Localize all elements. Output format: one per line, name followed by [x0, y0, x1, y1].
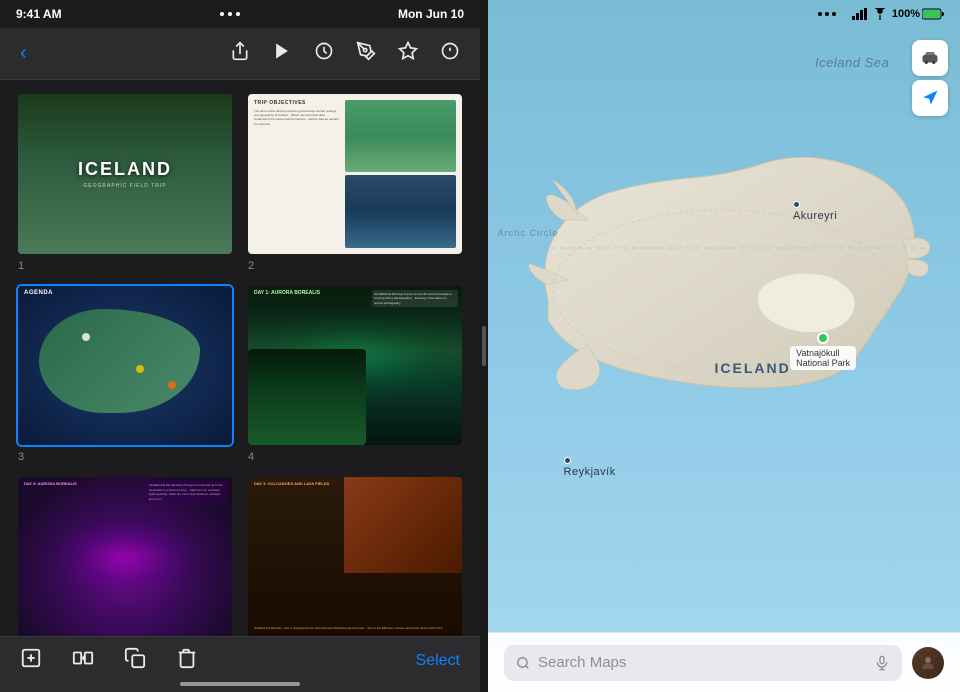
pen-icon[interactable]: [356, 41, 376, 66]
reykjavik-marker: Reykjavík: [564, 457, 616, 478]
slide-4-schedule: SCHEDULE Morning: Focus on how the auror…: [372, 290, 458, 308]
slide-2-img-top: [345, 100, 456, 172]
shapes-icon[interactable]: [398, 41, 418, 66]
keynote-bottom-toolbar: Select: [0, 636, 480, 692]
avatar-icon: [919, 654, 937, 672]
slide-thumb-1[interactable]: ICELAND GEOGRAPHIC FIELD TRIP: [16, 92, 234, 256]
slide-1-subtitle: GEOGRAPHIC FIELD TRIP: [78, 183, 172, 189]
status-date: Mon Jun 10: [398, 7, 464, 21]
slide-item-3[interactable]: AGENDA 3: [16, 284, 234, 464]
akureyri-label: Akureyri: [793, 210, 837, 222]
slide-2-text: The aims of this field trip exploring pi…: [254, 109, 341, 126]
car-icon: [921, 49, 939, 67]
location-arrow-icon: [921, 89, 939, 107]
transition-button[interactable]: [72, 647, 94, 675]
status-dot-2: [228, 12, 232, 16]
slide-2-title: TRIP OBJECTIVES: [254, 100, 341, 106]
maps-search-bar: Search Maps: [488, 632, 960, 692]
status-time: 9:41 AM: [16, 7, 62, 21]
slide-1-title: ICELAND: [78, 159, 172, 180]
search-icon: [516, 656, 530, 670]
maps-controls: [912, 40, 948, 116]
maps-dot-3: [832, 12, 836, 16]
select-button[interactable]: Select: [416, 652, 460, 670]
location-button[interactable]: [912, 80, 948, 116]
driving-mode-button[interactable]: [912, 40, 948, 76]
more-icon[interactable]: [440, 41, 460, 66]
slide-3-title: AGENDA: [24, 290, 53, 296]
slides-container: ICELAND GEOGRAPHIC FIELD TRIP 1 TRIP OBJ…: [0, 80, 480, 636]
slide-item-1[interactable]: ICELAND GEOGRAPHIC FIELD TRIP 1: [16, 92, 234, 272]
wifi-icon: [872, 8, 888, 20]
slide-item-2[interactable]: TRIP OBJECTIVES The aims of this field t…: [246, 92, 464, 272]
slide-thumb-6[interactable]: DAY 3: VOLCANOES AND LAVA FIELDS SCHEDUL…: [246, 475, 464, 636]
keynote-panel: 9:41 AM Mon Jun 10 ‹: [0, 0, 480, 692]
slide-item-4[interactable]: DAY 1: AURORA BOREALIS SCHEDULE Morning:…: [246, 284, 464, 464]
battery-icon: [922, 8, 944, 20]
search-input-container[interactable]: Search Maps: [504, 645, 902, 681]
slide-6-text: SCHEDULE Monday: Visit to Vatnajokull la…: [254, 626, 443, 630]
reykjavik-dot: [564, 457, 571, 464]
maps-status-icons: 100%: [852, 8, 944, 20]
user-avatar[interactable]: [912, 647, 944, 679]
slide-thumb-5[interactable]: DAY 5: AURORA BOREALIS SCHEDULE We will …: [16, 475, 234, 636]
mic-icon[interactable]: [874, 655, 890, 671]
slide-item-5[interactable]: DAY 5: AURORA BOREALIS SCHEDULE We will …: [16, 475, 234, 636]
maps-dot-1: [818, 12, 822, 16]
slide-thumb-4[interactable]: DAY 1: AURORA BOREALIS SCHEDULE Morning:…: [246, 284, 464, 448]
maps-panel: Iceland Sea Arctic Circle ICELAND Reykja…: [488, 0, 960, 692]
slide-number-3: 3: [16, 451, 234, 463]
slide-2-img-bottom: [345, 175, 456, 247]
slide-5-title: DAY 5: AURORA BOREALIS: [24, 481, 77, 486]
slide-item-6[interactable]: DAY 3: VOLCANOES AND LAVA FIELDS SCHEDUL…: [246, 475, 464, 636]
timer-icon[interactable]: [314, 41, 334, 66]
split-divider[interactable]: [480, 0, 488, 692]
signal-icon: [852, 8, 868, 20]
home-indicator: [180, 682, 300, 686]
share-icon[interactable]: [230, 41, 250, 66]
maps-status-bar: 100%: [488, 0, 960, 28]
maps-dot-2: [825, 12, 829, 16]
status-dot-1: [220, 12, 224, 16]
bottom-icons: [20, 647, 198, 675]
akureyri-dot: [793, 201, 800, 208]
slide-4-title: DAY 1: AURORA BOREALIS: [254, 290, 320, 296]
maps-status-dots: [818, 12, 836, 16]
keynote-status-bar: 9:41 AM Mon Jun 10: [0, 0, 480, 28]
reykjavik-label: Reykjavík: [564, 466, 616, 478]
duplicate-button[interactable]: [124, 647, 146, 675]
delete-button[interactable]: [176, 647, 198, 675]
vatnajokull-pin[interactable]: VatnajökullNational Park: [790, 332, 856, 370]
slide-number-4: 4: [246, 451, 464, 463]
keynote-toolbar: ‹: [0, 28, 480, 80]
toolbar-left: ‹: [20, 42, 27, 65]
slide-6-title: DAY 3: VOLCANOES AND LAVA FIELDS: [254, 481, 329, 486]
search-placeholder: Search Maps: [538, 654, 866, 671]
toolbar-icons: [230, 41, 460, 66]
vatnajokull-pin-label: VatnajökullNational Park: [790, 346, 856, 370]
akureyri-marker: Akureyri: [793, 201, 837, 222]
slide-number-2: 2: [246, 260, 464, 272]
slide-number-1: 1: [16, 260, 234, 272]
add-slide-button[interactable]: [20, 647, 42, 675]
maps-svg: [488, 0, 960, 692]
slide-thumb-3[interactable]: AGENDA: [16, 284, 234, 448]
status-center-dots: [220, 12, 240, 16]
battery-indicator: 100%: [892, 8, 944, 20]
divider-handle: [482, 326, 486, 366]
vatnajokull-pin-dot: [817, 332, 829, 344]
play-icon[interactable]: [272, 41, 292, 66]
slide-thumb-2[interactable]: TRIP OBJECTIVES The aims of this field t…: [246, 92, 464, 256]
back-button[interactable]: ‹: [20, 42, 27, 65]
status-dot-3: [236, 12, 240, 16]
